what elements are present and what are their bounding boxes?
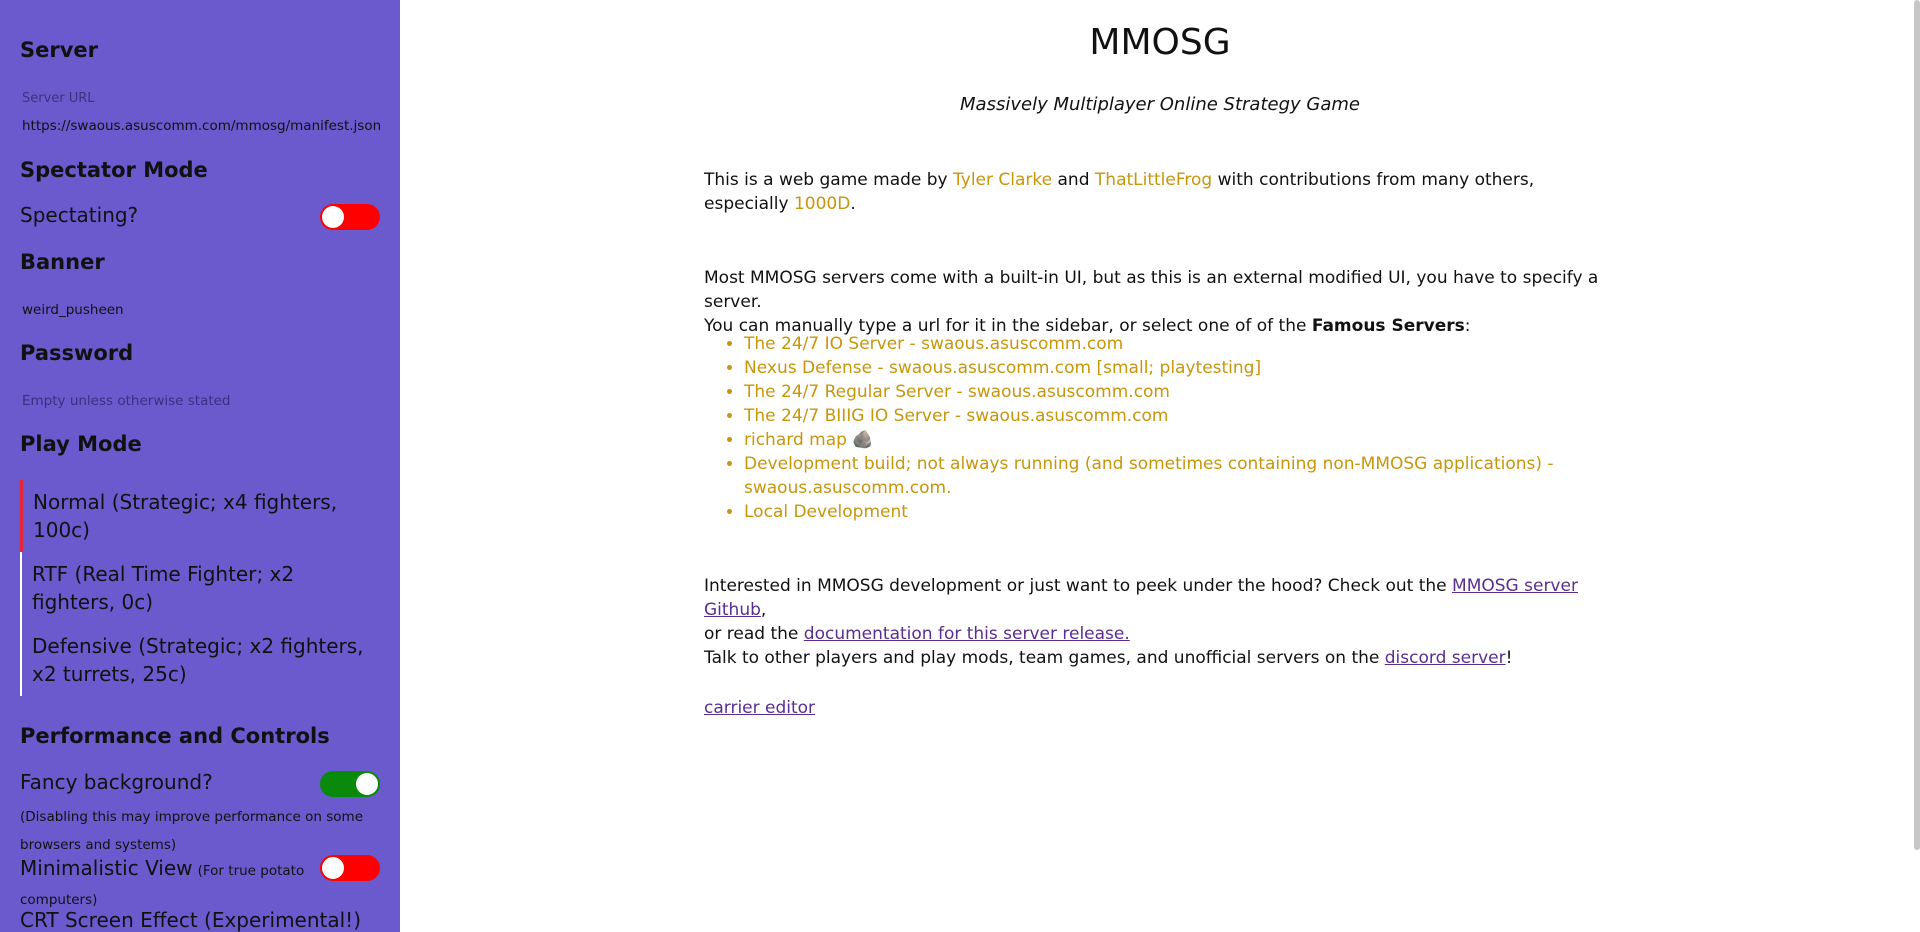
- fancy-bg-row: Fancy background?: [20, 768, 380, 798]
- toggle-knob: [322, 857, 344, 879]
- intro-paragraph: This is a web game made by Tyler Clarke …: [704, 168, 1624, 216]
- author-link-1000d[interactable]: 1000D: [794, 194, 850, 214]
- author-link-frog[interactable]: ThatLittleFrog: [1095, 170, 1212, 190]
- dev-line-1: Interested in MMOSG development or just …: [704, 574, 1624, 622]
- server-list-wrap: The 24/7 IO Server - swaous.asuscomm.com…: [704, 332, 1624, 524]
- server-link-io[interactable]: The 24/7 IO Server - swaous.asuscomm.com: [744, 334, 1123, 354]
- spectating-row: Spectating?: [20, 201, 380, 231]
- play-mode-defensive[interactable]: Defensive (Strategic; x2 fighters, x2 tu…: [20, 624, 380, 696]
- minimal-label: Minimalistic View: [20, 856, 193, 880]
- intro-end: .: [850, 194, 856, 214]
- play-mode-rtf[interactable]: RTF (Real Time Fighter; x2 fighters, 0c): [20, 552, 380, 624]
- author-link-tyler[interactable]: Tyler Clarke: [953, 170, 1052, 190]
- play-mode-normal[interactable]: Normal (Strategic; x4 fighters, 100c): [20, 480, 380, 552]
- discord-line: Talk to other players and play mods, tea…: [704, 646, 1624, 670]
- server-link-richard[interactable]: richard map 🪨: [744, 430, 873, 450]
- toggle-knob: [322, 206, 344, 228]
- list-item: Local Development: [744, 500, 1624, 524]
- discord-end: !: [1505, 648, 1513, 668]
- server-url-label: Server URL: [22, 91, 95, 106]
- servers-paragraph: Most MMOSG servers come with a built-in …: [704, 266, 1624, 338]
- list-item: richard map 🪨: [744, 428, 1624, 452]
- password-input[interactable]: [22, 393, 382, 409]
- play-mode-list: Normal (Strategic; x4 fighters, 100c) RT…: [20, 480, 380, 696]
- banner-heading: Banner: [20, 250, 105, 274]
- server-link-local[interactable]: Local Development: [744, 502, 908, 522]
- fancy-bg-label: Fancy background?: [20, 770, 213, 794]
- server-link-dev[interactable]: Development build; not always running (a…: [744, 454, 1554, 498]
- server-url-input[interactable]: [22, 118, 382, 134]
- dev-paragraph: Interested in MMOSG development or just …: [704, 574, 1624, 670]
- docs-link[interactable]: documentation for this server release.: [804, 624, 1130, 644]
- dev-line-2: or read the documentation for this serve…: [704, 622, 1624, 646]
- server-list: The 24/7 IO Server - swaous.asuscomm.com…: [704, 332, 1624, 524]
- dev-line-2-text: or read the: [704, 624, 804, 644]
- intro-and: and: [1052, 170, 1095, 190]
- spectating-label: Spectating?: [20, 203, 139, 227]
- server-link-biiig[interactable]: The 24/7 BIIIG IO Server - swaous.asusco…: [744, 406, 1168, 426]
- dev-comma: ,: [760, 600, 767, 620]
- fancy-bg-toggle[interactable]: [320, 771, 380, 797]
- server-link-nexus[interactable]: Nexus Defense - swaous.asuscomm.com [sma…: [744, 358, 1261, 378]
- banner-input[interactable]: [22, 302, 382, 318]
- password-heading: Password: [20, 341, 134, 365]
- spectator-heading: Spectator Mode: [20, 158, 208, 182]
- carrier-editor-link[interactable]: carrier editor: [704, 698, 815, 718]
- minimal-text: Minimalistic View (For true potato compu…: [20, 854, 310, 914]
- discord-text: Talk to other players and play mods, tea…: [704, 648, 1385, 668]
- list-item: The 24/7 Regular Server - swaous.asuscom…: [744, 380, 1624, 404]
- server-link-regular[interactable]: The 24/7 Regular Server - swaous.asuscom…: [744, 382, 1170, 402]
- crt-label: CRT Screen Effect (Experimental!): [20, 908, 362, 932]
- page-title: MMOSG: [1089, 22, 1231, 63]
- toggle-knob: [356, 773, 378, 795]
- list-item: The 24/7 IO Server - swaous.asuscomm.com: [744, 332, 1624, 356]
- spectating-toggle[interactable]: [320, 204, 380, 230]
- minimal-toggle[interactable]: [320, 855, 380, 881]
- intro-text: This is a web game made by: [704, 170, 954, 190]
- play-mode-heading: Play Mode: [20, 432, 142, 456]
- sidebar: Server Server URL Spectator Mode Spectat…: [0, 0, 400, 932]
- page-subtitle: Massively Multiplayer Online Strategy Ga…: [960, 94, 1360, 115]
- carrier-paragraph: carrier editor: [704, 696, 1624, 720]
- servers-text-1: Most MMOSG servers come with a built-in …: [704, 268, 1599, 312]
- dev-text: Interested in MMOSG development or just …: [704, 576, 1453, 596]
- list-item: Development build; not always running (a…: [744, 452, 1624, 500]
- list-item: Nexus Defense - swaous.asuscomm.com [sma…: [744, 356, 1624, 380]
- fancy-bg-note: (Disabling this may improve performance …: [20, 809, 364, 853]
- list-item: The 24/7 BIIIG IO Server - swaous.asusco…: [744, 404, 1624, 428]
- main-content: MMOSG Massively Multiplayer Online Strat…: [400, 0, 1920, 932]
- scrollbar[interactable]: [1914, 0, 1920, 850]
- performance-heading: Performance and Controls: [20, 724, 330, 748]
- server-heading: Server: [20, 38, 99, 62]
- minimal-row: Minimalistic View (For true potato compu…: [20, 852, 380, 908]
- discord-link[interactable]: discord server: [1385, 648, 1506, 668]
